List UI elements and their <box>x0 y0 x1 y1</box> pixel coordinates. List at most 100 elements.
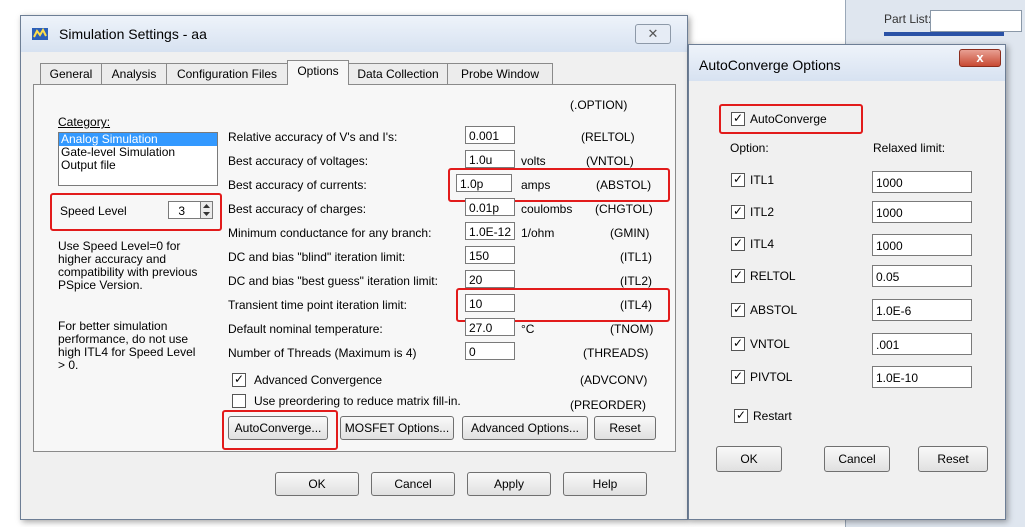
preordering-label: Use preordering to reduce matrix fill-in… <box>254 394 461 408</box>
ac-vntol-label: VNTOL <box>750 337 790 351</box>
mosfet-options-button[interactable]: MOSFET Options... <box>340 416 454 440</box>
preorder-option: (PREORDER) <box>570 398 647 412</box>
param-input-itl1[interactable]: 150 <box>465 246 515 264</box>
part-list-field[interactable] <box>930 10 1022 32</box>
category-listbox[interactable]: Analog Simulation Gate-level Simulation … <box>58 132 218 186</box>
sim-titlebar[interactable]: Simulation Settings - aa ✕ <box>21 16 687 52</box>
param-option-chgtol: (CHGTOL) <box>595 202 653 216</box>
tab-data-collection[interactable]: Data Collection <box>348 63 448 84</box>
ac-pivtol-input[interactable]: 1.0E-10 <box>872 366 972 388</box>
ac-window-title: AutoConverge Options <box>699 57 841 73</box>
speed-level-help-text: Use Speed Level=0 for higher accuracy and… <box>58 239 198 292</box>
ac-itl4-label: ITL4 <box>750 237 775 251</box>
ac-itl2-checkbox[interactable]: ✓ <box>731 205 745 219</box>
option-header: (.OPTION) <box>570 98 628 112</box>
param-option-gmin: (GMIN) <box>610 226 650 240</box>
sim-cancel-button[interactable]: Cancel <box>371 472 455 496</box>
param-unit-chgtol: coulombs <box>521 202 573 216</box>
param-input-tnom[interactable]: 27.0 <box>465 318 515 336</box>
category-item-output-file[interactable]: Output file <box>59 159 217 172</box>
ac-itl1-checkbox[interactable]: ✓ <box>731 173 745 187</box>
category-label: Category: <box>58 115 111 129</box>
ac-reltol-checkbox[interactable]: ✓ <box>731 269 745 283</box>
autoconverge-highlight <box>222 410 338 450</box>
ac-pivtol-checkbox[interactable]: ✓ <box>731 370 745 384</box>
sim-ok-button[interactable]: OK <box>275 472 359 496</box>
ac-itl1-label: ITL1 <box>750 173 775 187</box>
param-label-reltol: Relative accuracy of V's and I's: <box>228 130 398 144</box>
ac-autoconverge-highlight <box>719 104 863 134</box>
itl4-highlight <box>456 288 670 322</box>
tab-general[interactable]: General <box>40 63 102 84</box>
param-unit-vntol: volts <box>521 154 546 168</box>
param-label-gmin: Minimum conductance for any branch: <box>228 226 432 240</box>
advanced-options-button[interactable]: Advanced Options... <box>462 416 588 440</box>
ac-abstol-checkbox[interactable]: ✓ <box>731 303 745 317</box>
advanced-convergence-label: Advanced Convergence <box>254 373 383 387</box>
ac-pivtol-label: PIVTOL <box>750 370 793 384</box>
param-unit-tnom: °C <box>521 322 535 336</box>
ac-option-column-header: Option: <box>730 141 769 155</box>
param-label-chgtol: Best accuracy of charges: <box>228 202 367 216</box>
sim-close-button[interactable]: ✕ <box>635 24 671 44</box>
param-label-vntol: Best accuracy of voltages: <box>228 154 369 168</box>
ac-vntol-input[interactable]: .001 <box>872 333 972 355</box>
itl4-help-text: For better simulation performance, do not… <box>58 319 196 372</box>
sim-help-button[interactable]: Help <box>563 472 647 496</box>
param-input-chgtol[interactable]: 0.01p <box>465 198 515 216</box>
ac-reltol-input[interactable]: 0.05 <box>872 265 972 287</box>
param-option-tnom: (TNOM) <box>610 322 654 336</box>
ac-titlebar[interactable]: AutoConverge Options x <box>689 45 1005 81</box>
param-input-vntol[interactable]: 1.0u <box>465 150 515 168</box>
app-icon <box>32 27 48 40</box>
param-label-itl4: Transient time point iteration limit: <box>228 298 407 312</box>
part-list-selected-item <box>884 32 1004 36</box>
close-icon: x <box>976 50 984 65</box>
param-input-itl2[interactable]: 20 <box>465 270 515 288</box>
ac-itl4-input[interactable]: 1000 <box>872 234 972 256</box>
advanced-convergence-checkbox[interactable]: ✓ <box>232 373 246 387</box>
param-label-itl2: DC and bias "best guess" iteration limit… <box>228 274 438 288</box>
param-option-itl2: (ITL2) <box>620 274 653 288</box>
part-list-label: Part List: <box>884 12 932 26</box>
ac-abstol-label: ABSTOL <box>750 303 798 317</box>
ac-close-button[interactable]: x <box>959 49 1001 67</box>
speed-level-highlight <box>50 193 222 231</box>
param-option-reltol: (RELTOL) <box>581 130 635 144</box>
restart-label: Restart <box>753 409 792 423</box>
param-option-vntol: (VNTOL) <box>586 154 634 168</box>
param-option-threads: (THREADS) <box>583 346 649 360</box>
param-input-gmin[interactable]: 1.0E-12 <box>465 222 515 240</box>
param-input-threads[interactable]: 0 <box>465 342 515 360</box>
advconv-option: (ADVCONV) <box>580 373 648 387</box>
ac-itl2-label: ITL2 <box>750 205 775 219</box>
tab-configuration-files[interactable]: Configuration Files <box>166 63 288 84</box>
tab-probe-window[interactable]: Probe Window <box>447 63 553 84</box>
tab-analysis[interactable]: Analysis <box>101 63 167 84</box>
ac-itl2-input[interactable]: 1000 <box>872 201 972 223</box>
reset-options-button[interactable]: Reset <box>594 416 656 440</box>
param-label-threads: Number of Threads (Maximum is 4) <box>228 346 417 360</box>
sim-window-title: Simulation Settings - aa <box>59 26 207 42</box>
ac-itl1-input[interactable]: 1000 <box>872 171 972 193</box>
ac-vntol-checkbox[interactable]: ✓ <box>731 337 745 351</box>
sim-apply-button[interactable]: Apply <box>467 472 551 496</box>
close-icon: ✕ <box>647 26 659 41</box>
preordering-checkbox[interactable] <box>232 394 246 408</box>
ac-limit-column-header: Relaxed limit: <box>873 141 946 155</box>
param-input-reltol[interactable]: 0.001 <box>465 126 515 144</box>
tab-options[interactable]: Options <box>287 60 349 85</box>
ac-reltol-label: RELTOL <box>750 269 796 283</box>
param-label-itl1: DC and bias "blind" iteration limit: <box>228 250 406 264</box>
ac-reset-button[interactable]: Reset <box>918 446 988 472</box>
param-label-tnom: Default nominal temperature: <box>228 322 383 336</box>
ac-abstol-input[interactable]: 1.0E-6 <box>872 299 972 321</box>
ac-cancel-button[interactable]: Cancel <box>824 446 890 472</box>
param-option-itl1: (ITL1) <box>620 250 653 264</box>
param-unit-gmin: 1/ohm <box>521 226 555 240</box>
ac-ok-button[interactable]: OK <box>716 446 782 472</box>
param-label-abstol: Best accuracy of currents: <box>228 178 367 192</box>
ac-itl4-checkbox[interactable]: ✓ <box>731 237 745 251</box>
restart-checkbox[interactable]: ✓ <box>734 409 748 423</box>
abstol-highlight <box>448 168 670 202</box>
